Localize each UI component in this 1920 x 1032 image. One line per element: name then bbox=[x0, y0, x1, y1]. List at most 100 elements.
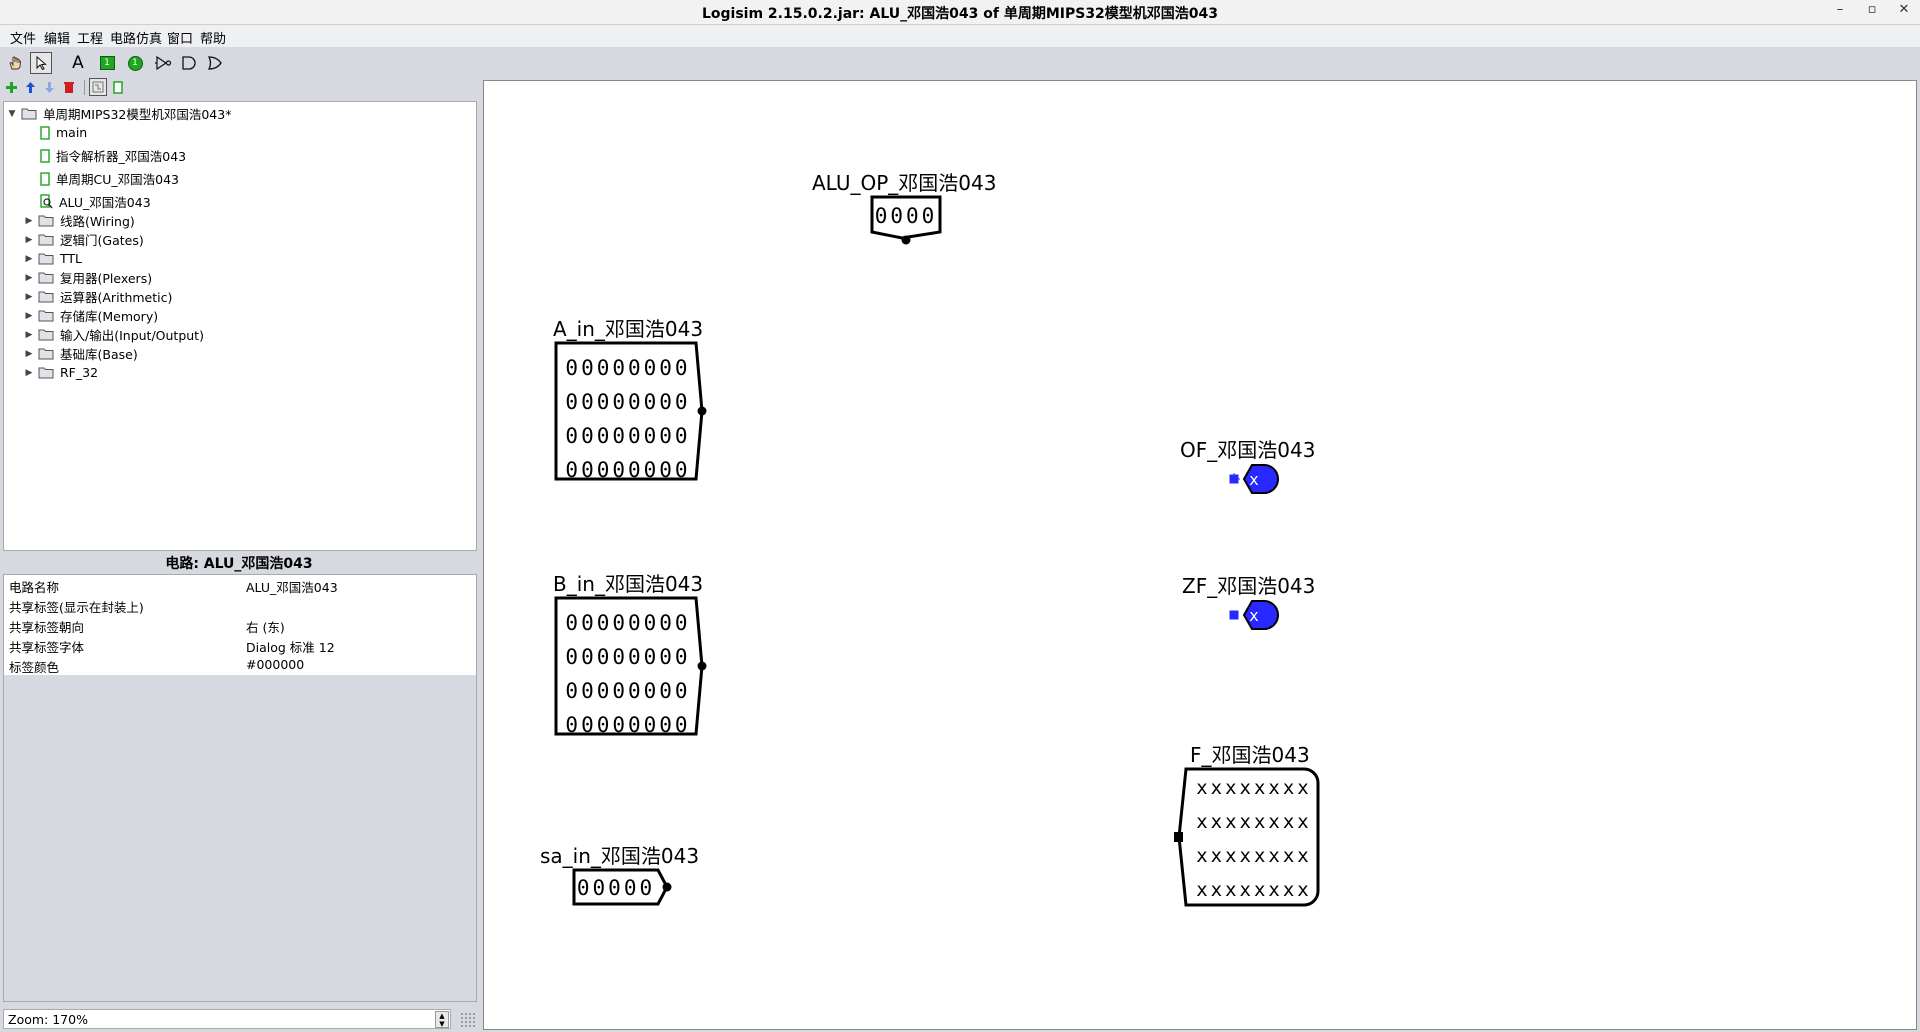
label-alu-op: ALU_OP_邓国浩043 bbox=[812, 171, 997, 195]
menu-bar: 文件 编辑 工程 电路仿真 窗口 帮助 bbox=[0, 25, 1920, 47]
menu-file[interactable]: 文件 bbox=[10, 28, 36, 47]
attr-key: 共享标签朝向 bbox=[9, 620, 85, 635]
menu-project[interactable]: 工程 bbox=[77, 28, 103, 47]
pin-b-in[interactable]: 00000000 00000000 00000000 00000000 bbox=[554, 596, 707, 737]
folder-icon bbox=[38, 214, 54, 227]
collapsed-triangle-icon[interactable]: ▶ bbox=[24, 368, 34, 378]
move-circuit-up-icon[interactable] bbox=[22, 79, 38, 95]
zoom-spinner[interactable]: ▲ ▼ bbox=[435, 1011, 449, 1028]
not-gate-tool-icon[interactable] bbox=[152, 52, 174, 74]
attr-row-label-color[interactable]: 标签颜色 #000000 bbox=[4, 655, 476, 675]
tree-lib-ttl[interactable]: ▶ TTL bbox=[24, 249, 82, 268]
tree-root-project[interactable]: ▼ 单周期MIPS32模型机邓国浩043* bbox=[7, 104, 232, 123]
move-circuit-down-icon[interactable] bbox=[41, 79, 57, 95]
menu-help[interactable]: 帮助 bbox=[200, 28, 226, 47]
or-gate-tool-icon[interactable] bbox=[204, 52, 226, 74]
spin-up-icon[interactable]: ▲ bbox=[439, 1012, 444, 1020]
output-pin-tool-icon[interactable]: 1 bbox=[124, 52, 146, 74]
menu-window[interactable]: 窗口 bbox=[167, 28, 193, 47]
collapsed-triangle-icon[interactable]: ▶ bbox=[24, 235, 34, 245]
appearance-view-icon[interactable] bbox=[110, 79, 126, 95]
tree-lib-io[interactable]: ▶ 输入/输出(Input/Output) bbox=[24, 325, 204, 344]
folder-icon bbox=[38, 309, 54, 322]
collapsed-triangle-icon[interactable]: ▶ bbox=[24, 292, 34, 302]
collapsed-triangle-icon[interactable]: ▶ bbox=[24, 254, 34, 264]
pin-of[interactable]: x bbox=[1229, 464, 1279, 494]
select-arrow-tool-icon[interactable] bbox=[30, 52, 52, 74]
pin-zf[interactable]: x bbox=[1229, 600, 1279, 630]
tree-lib-gates[interactable]: ▶ 逻辑门(Gates) bbox=[24, 230, 144, 249]
pin-alu-op[interactable]: 0000 bbox=[870, 195, 942, 245]
tree-lib-arithmetic[interactable]: ▶ 运算器(Arithmetic) bbox=[24, 287, 173, 306]
text-tool-icon[interactable]: A bbox=[67, 52, 89, 74]
tree-circuit-main[interactable]: main bbox=[40, 123, 87, 142]
menu-simulate[interactable]: 电路仿真 bbox=[110, 28, 162, 47]
delete-circuit-icon[interactable] bbox=[61, 79, 77, 95]
project-explorer: ▼ 单周期MIPS32模型机邓国浩043* main 指令解析器_邓国浩043 … bbox=[3, 101, 477, 551]
tree-circuit-decoder[interactable]: 指令解析器_邓国浩043 bbox=[40, 146, 186, 165]
attr-row-label-facing[interactable]: 共享标签朝向 右 (东) bbox=[4, 615, 476, 635]
window-titlebar: Logisim 2.15.0.2.jar: ALU_邓国浩043 of 单周期M… bbox=[0, 0, 1920, 25]
pin-value: x bbox=[1249, 606, 1259, 625]
tree-circuit-cu[interactable]: 单周期CU_邓国浩043 bbox=[40, 169, 179, 188]
expand-triangle-icon[interactable]: ▼ bbox=[7, 109, 17, 119]
splitter[interactable] bbox=[479, 80, 482, 1030]
pin-value-row: 00000000 bbox=[565, 390, 690, 414]
attr-key: 共享标签字体 bbox=[9, 640, 85, 655]
menu-edit[interactable]: 编辑 bbox=[44, 28, 70, 47]
pin-value-row: 00000000 bbox=[565, 679, 690, 703]
add-circuit-icon[interactable] bbox=[3, 79, 19, 95]
output-pin-glyph: 1 bbox=[127, 55, 143, 71]
input-pin-glyph: 1 bbox=[99, 56, 115, 70]
tree-circuit-alu[interactable]: ALU_邓国浩043 bbox=[40, 192, 151, 211]
collapsed-triangle-icon[interactable]: ▶ bbox=[24, 216, 34, 226]
attr-value[interactable]: #000000 bbox=[246, 657, 304, 672]
attr-row-label-font[interactable]: 共享标签字体 Dialog 标准 12 bbox=[4, 635, 476, 655]
collapsed-triangle-icon[interactable]: ▶ bbox=[24, 311, 34, 321]
attr-row-circuit-name[interactable]: 电路名称 ALU_邓国浩043 bbox=[4, 575, 476, 595]
folder-icon bbox=[38, 290, 54, 303]
attribute-panel-title: 电路: ALU_邓国浩043 bbox=[165, 556, 313, 572]
spin-down-icon[interactable]: ▼ bbox=[439, 1020, 444, 1028]
collapsed-triangle-icon[interactable]: ▶ bbox=[24, 273, 34, 283]
attribute-panel: 电路名称 ALU_邓国浩043 共享标签(显示在封装上) 共享标签朝向 右 (东… bbox=[3, 574, 477, 1002]
pin-f[interactable]: xxxxxxxx xxxxxxxx xxxxxxxx xxxxxxxx bbox=[1174, 767, 1320, 907]
tree-lib-rf32[interactable]: ▶ RF_32 bbox=[24, 363, 99, 382]
folder-icon bbox=[38, 347, 54, 360]
tree-lib-wiring[interactable]: ▶ 线路(Wiring) bbox=[24, 211, 135, 230]
layout-view-icon[interactable] bbox=[89, 78, 107, 96]
maximize-button[interactable]: ▫ bbox=[1862, 2, 1882, 17]
tool-toolbar: A 1 1 bbox=[0, 49, 480, 77]
zoom-field[interactable]: Zoom: 170% bbox=[3, 1009, 451, 1029]
input-pin-tool-icon[interactable]: 1 bbox=[96, 52, 118, 74]
attr-key: 共享标签(显示在封装上) bbox=[9, 600, 144, 615]
attr-value[interactable]: 右 (东) bbox=[246, 617, 285, 636]
label-sa-in: sa_in_邓国浩043 bbox=[540, 844, 700, 868]
collapsed-triangle-icon[interactable]: ▶ bbox=[24, 349, 34, 359]
canvas-drawing: 0000 00000000 00000000 00000000 00000000… bbox=[554, 195, 1320, 907]
tree-lib-memory[interactable]: ▶ 存储库(Memory) bbox=[24, 306, 159, 325]
circuit-label: main bbox=[56, 125, 88, 140]
pin-value-row: 00000000 bbox=[565, 645, 690, 669]
minimize-button[interactable]: – bbox=[1830, 2, 1850, 17]
resize-grip-icon[interactable] bbox=[460, 1012, 476, 1028]
pin-sa-in[interactable]: 00000 bbox=[572, 868, 672, 906]
attr-row-shared-label[interactable]: 共享标签(显示在封装上) bbox=[4, 595, 476, 615]
tree-lib-plexers[interactable]: ▶ 复用器(Plexers) bbox=[24, 268, 153, 287]
circuit-canvas[interactable]: 0000 00000000 00000000 00000000 00000000… bbox=[483, 80, 1917, 1030]
pin-a-in[interactable]: 00000000 00000000 00000000 00000000 bbox=[554, 341, 707, 482]
label-zf: ZF_邓国浩043 bbox=[1182, 574, 1316, 598]
tree-root-label: 单周期MIPS32模型机邓国浩043* bbox=[43, 107, 232, 122]
hand-poke-tool-icon[interactable] bbox=[4, 52, 26, 74]
and-gate-tool-icon[interactable] bbox=[178, 52, 200, 74]
attr-value[interactable]: Dialog 标准 12 bbox=[246, 637, 335, 656]
collapsed-triangle-icon[interactable]: ▶ bbox=[24, 330, 34, 340]
pin-value-row: 00000000 bbox=[565, 424, 690, 448]
pin-value-row: xxxxxxxx bbox=[1196, 879, 1312, 901]
tree-lib-base[interactable]: ▶ 基础库(Base) bbox=[24, 344, 138, 363]
library-label: 逻辑门(Gates) bbox=[60, 233, 144, 248]
library-label: 运算器(Arithmetic) bbox=[60, 290, 173, 305]
attr-value[interactable]: ALU_邓国浩043 bbox=[246, 577, 338, 596]
circuit-icon bbox=[40, 125, 50, 140]
close-button[interactable]: ✕ bbox=[1894, 2, 1914, 17]
